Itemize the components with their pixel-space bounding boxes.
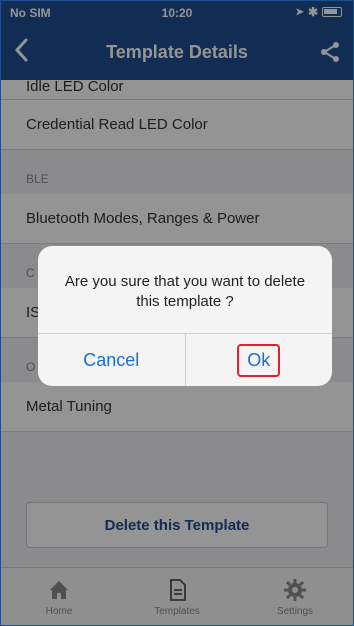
ok-button[interactable]: Ok	[184, 334, 333, 386]
alert-message: Are you sure that you want to delete thi…	[38, 246, 332, 334]
phone-screen: No SIM ︎ 10:20 ➤ ✱ Template Details	[0, 0, 354, 626]
delete-confirm-alert: Are you sure that you want to delete thi…	[38, 246, 332, 386]
alert-buttons: Cancel Ok	[38, 334, 332, 386]
cancel-button-label: Cancel	[83, 349, 140, 370]
cancel-button[interactable]: Cancel	[38, 334, 185, 386]
ok-button-label: Ok	[237, 343, 281, 377]
